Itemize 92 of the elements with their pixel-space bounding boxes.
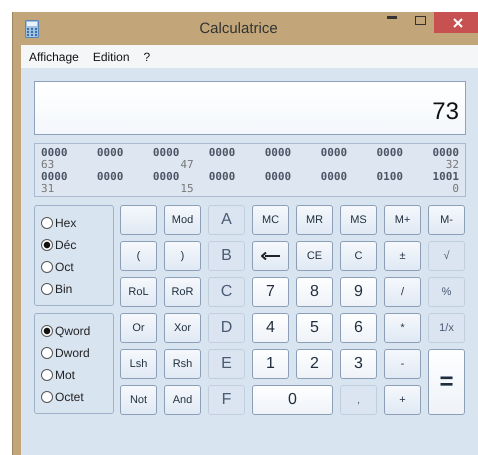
bit-group: 0000 <box>376 147 404 159</box>
bit-position: 63 <box>41 159 56 171</box>
bit-group: 0000 <box>41 171 68 183</box>
digit-key[interactable]: 9 <box>340 277 377 307</box>
bit-group: 0000 <box>96 147 124 159</box>
radio-button[interactable] <box>41 346 53 358</box>
function-key[interactable]: / <box>384 277 421 307</box>
function-key[interactable]: M+ <box>384 205 421 235</box>
bit-group: 0000 <box>41 147 68 159</box>
function-key[interactable]: Rsh <box>164 349 201 379</box>
function-key[interactable]: ( <box>120 241 157 271</box>
backspace-key[interactable] <box>252 241 289 271</box>
radio-label: Hex <box>55 216 76 230</box>
base-radio[interactable]: Déc <box>41 236 113 252</box>
close-button[interactable] <box>434 12 478 33</box>
digit-key[interactable]: 2 <box>296 349 333 379</box>
equals-key[interactable]: = <box>428 349 465 415</box>
function-key[interactable]: RoR <box>164 277 201 307</box>
digit-key[interactable]: 3 <box>340 349 377 379</box>
word-size-radio[interactable]: Octet <box>41 388 113 404</box>
function-key[interactable]: And <box>164 385 201 415</box>
bit-position: 47 <box>180 159 195 171</box>
digit-key[interactable]: 5 <box>296 313 333 343</box>
bit-group: 0000 <box>432 147 459 159</box>
display-value: 73 <box>432 98 459 126</box>
radio-button[interactable] <box>41 324 53 336</box>
radio-button[interactable] <box>41 216 53 228</box>
bit-group: 0000 <box>264 171 292 183</box>
radio-label: Octet <box>55 390 84 404</box>
digit-key[interactable]: 4 <box>252 313 289 343</box>
menu-item[interactable]: ? <box>144 50 150 64</box>
function-key[interactable]: MC <box>252 205 289 235</box>
radio-button[interactable] <box>41 390 53 402</box>
bit-position: 31 <box>41 183 56 195</box>
function-key[interactable]: * <box>384 313 421 343</box>
maximize-icon <box>414 16 426 25</box>
word-size-radio[interactable]: Qword <box>41 322 113 338</box>
minimize-icon <box>387 16 397 19</box>
menu-item[interactable]: Edition <box>92 50 130 64</box>
word-size-radio[interactable]: Mot <box>41 366 113 382</box>
function-key[interactable]: Not <box>120 385 157 415</box>
function-key[interactable]: Or <box>120 313 157 343</box>
radio-button[interactable] <box>41 282 53 294</box>
digit-key[interactable]: 0 <box>252 385 333 415</box>
digit-key[interactable]: 6 <box>340 313 377 343</box>
digit-key[interactable]: 8 <box>296 277 333 307</box>
function-key[interactable]: Mod <box>164 205 201 235</box>
radio-label: Déc <box>55 238 76 252</box>
digit-key[interactable]: 7 <box>252 277 289 307</box>
function-key[interactable]: - <box>384 349 421 379</box>
function-key[interactable]: Lsh <box>120 349 157 379</box>
close-icon <box>453 18 463 28</box>
calculator-icon <box>25 20 39 38</box>
radio-label: Dword <box>55 346 90 360</box>
bit-position: 0 <box>451 183 459 195</box>
radio-button[interactable] <box>41 260 53 272</box>
function-key[interactable]: CE <box>296 241 333 271</box>
radio-label: Bin <box>55 282 72 296</box>
bit-group: 0100 <box>376 171 404 183</box>
digit-key[interactable]: 1 <box>252 349 289 379</box>
bit-group: 0000 <box>208 171 236 183</box>
bit-group: 0000 <box>96 171 124 183</box>
function-key[interactable]: C <box>340 241 377 271</box>
bit-position: 15 <box>180 183 195 195</box>
bit-group: 0000 <box>320 171 348 183</box>
bit-group: 0000 <box>152 147 180 159</box>
bit-group: 1001 <box>432 171 459 183</box>
function-key[interactable]: M- <box>428 205 465 235</box>
radio-label: Mot <box>55 368 76 382</box>
base-radio[interactable]: Bin <box>41 280 113 296</box>
base-radio[interactable]: Hex <box>41 214 113 230</box>
menu-item[interactable]: Affichage <box>29 50 79 64</box>
radio-button[interactable] <box>41 238 53 250</box>
bit-group: 0000 <box>320 147 348 159</box>
bit-group: 0000 <box>152 171 180 183</box>
function-key[interactable]: + <box>384 385 421 415</box>
function-key[interactable]: RoL <box>120 277 157 307</box>
function-key[interactable]: Xor <box>164 313 201 343</box>
base-radio[interactable]: Oct <box>41 258 113 274</box>
bit-group: 0000 <box>208 147 236 159</box>
left-arrow-icon <box>260 252 280 260</box>
function-key[interactable]: MR <box>296 205 333 235</box>
radio-label: Qword <box>55 324 90 338</box>
window-title: Calculatrice <box>198 20 279 37</box>
function-key[interactable]: MS <box>340 205 377 235</box>
bit-group: 0000 <box>264 147 292 159</box>
bit-position: 32 <box>444 159 459 171</box>
radio-button[interactable] <box>41 368 53 380</box>
word-size-radio[interactable]: Dword <box>41 344 113 360</box>
function-key[interactable]: ) <box>164 241 201 271</box>
radio-label: Oct <box>55 260 74 274</box>
function-key[interactable]: ± <box>384 241 421 271</box>
